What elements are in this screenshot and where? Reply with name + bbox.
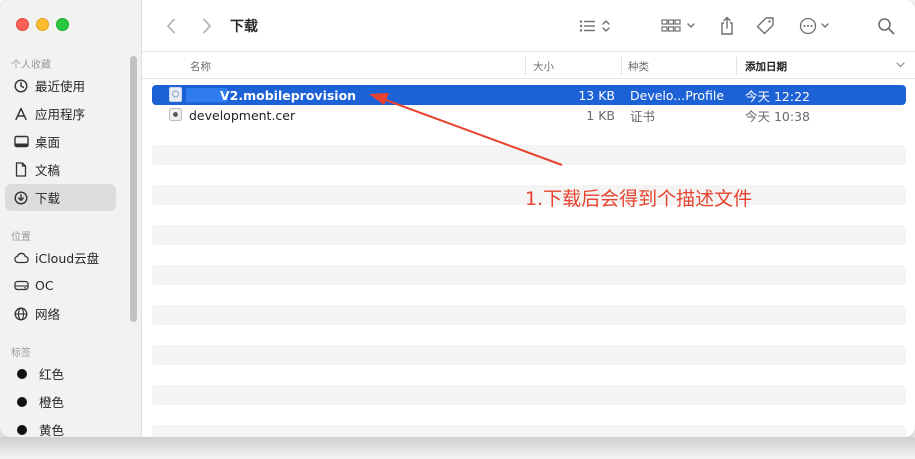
finder-window: 个人收藏 最近使用 应用程序 桌面 文稿 下载 位置 iCloud云盘 OC 网… [0, 0, 915, 437]
annotation-text: 1.下载后会得到个描述文件 [525, 188, 753, 210]
annotation-arrow [369, 93, 563, 166]
desktop-background [0, 437, 915, 459]
